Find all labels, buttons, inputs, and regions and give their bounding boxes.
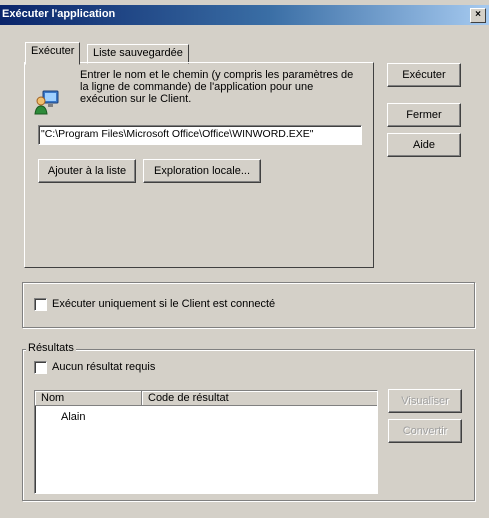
results-list[interactable]: Nom Code de résultat Alain	[34, 390, 378, 494]
help-button[interactable]: Aide	[387, 133, 461, 157]
view-button[interactable]: Visualiser	[388, 389, 462, 413]
add-to-list-button[interactable]: Ajouter à la liste	[38, 159, 136, 183]
close-window-button[interactable]: ×	[470, 8, 486, 23]
convert-button[interactable]: Convertir	[388, 419, 462, 443]
column-header-name[interactable]: Nom	[35, 391, 142, 406]
results-group: Résultats Aucun résultat requis Nom Code…	[22, 342, 475, 501]
window-title: Exécuter l'application	[2, 8, 116, 20]
computer-user-icon	[34, 89, 60, 115]
results-legend: Résultats	[26, 342, 76, 354]
command-input-value: "C:\Program Files\Microsoft Office\Offic…	[41, 128, 314, 140]
no-result-required-label: Aucun résultat requis	[52, 361, 156, 373]
close-button[interactable]: Fermer	[387, 103, 461, 127]
instructions-line2: la ligne de commande) de l'application p…	[80, 81, 314, 93]
browse-local-button[interactable]: Exploration locale...	[143, 159, 261, 183]
column-header-name-label: Nom	[41, 392, 65, 404]
tab-run[interactable]: Exécuter	[25, 42, 81, 65]
no-result-required-checkbox[interactable]	[34, 361, 47, 374]
run-application-dialog: Exécuter l'application × Exécuter Liste …	[0, 0, 489, 518]
run-only-if-connected-checkbox[interactable]	[34, 298, 47, 311]
connection-option-group: Exécuter uniquement si le Client est con…	[22, 282, 475, 328]
instructions-line1: Entrer le nom et le chemin (y compris le…	[80, 69, 354, 81]
column-header-result-code-label: Code de résultat	[148, 392, 229, 404]
tab-saved-list-label: Liste sauvegardée	[93, 47, 183, 59]
list-item[interactable]: Alain	[61, 411, 85, 423]
tab-saved-list[interactable]: Liste sauvegardée	[87, 44, 189, 64]
tab-run-label: Exécuter	[31, 45, 75, 57]
run-tab-panel: Entrer le nom et le chemin (y compris le…	[24, 62, 374, 268]
column-header-result-code[interactable]: Code de résultat	[142, 391, 377, 406]
title-bar: Exécuter l'application ×	[0, 5, 489, 25]
run-button[interactable]: Exécuter	[387, 63, 461, 87]
instructions-line3: exécution sur le Client.	[80, 93, 192, 105]
run-only-if-connected-label: Exécuter uniquement si le Client est con…	[52, 298, 276, 310]
command-input[interactable]: "C:\Program Files\Microsoft Office\Offic…	[38, 125, 362, 145]
